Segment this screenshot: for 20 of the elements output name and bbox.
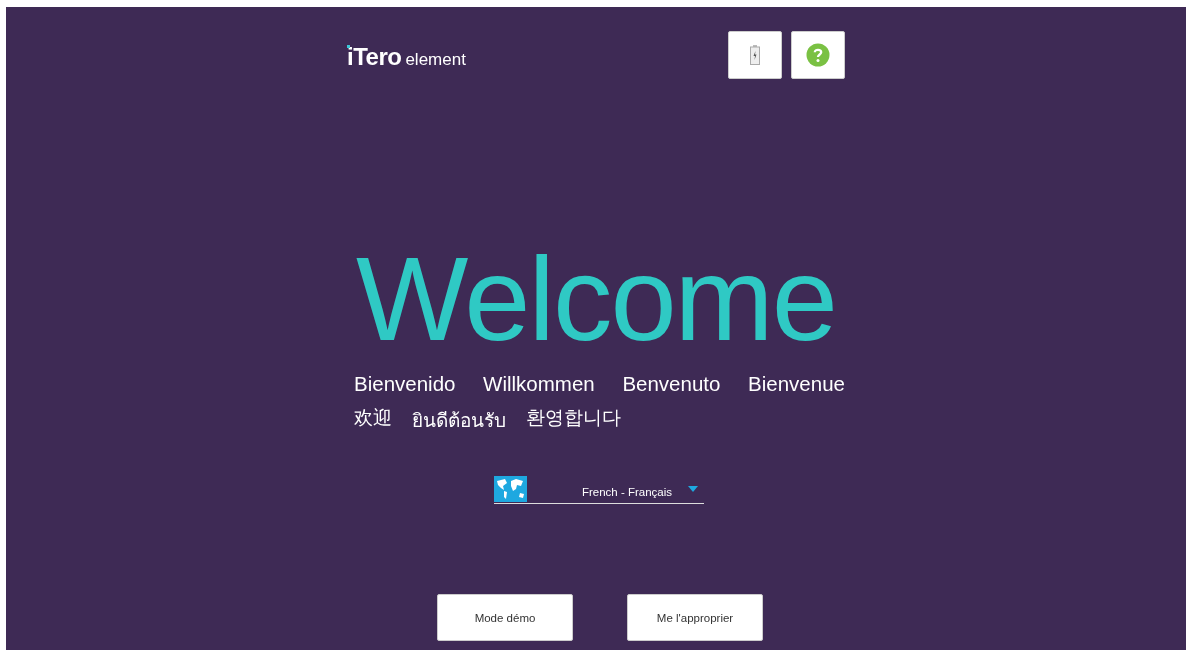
battery-icon [750, 45, 760, 65]
world-map-icon [494, 476, 527, 502]
welcome-title: Welcome [355, 239, 837, 358]
help-icon [806, 43, 830, 67]
greeting-text: Bienvenido [354, 372, 456, 396]
greeting-text: Willkommen [483, 372, 595, 396]
greeting-text: 환영합니다 [526, 406, 621, 430]
help-button[interactable] [791, 31, 845, 79]
language-dropdown[interactable]: French - Français [494, 475, 704, 504]
caret-icon [688, 486, 698, 492]
greeting-text: ยินดีต้อนรับ [412, 409, 506, 433]
action-button[interactable]: Mode démo [437, 594, 573, 641]
logo-product: element [405, 50, 466, 70]
action-button[interactable]: Me l'approprier [627, 594, 763, 641]
greeting-text: Bienvenue [748, 372, 845, 396]
language-value: French - Français [580, 484, 672, 498]
greeting-text: 欢迎 [354, 406, 392, 430]
logo-brand: iTero [347, 43, 402, 71]
battery-button[interactable] [728, 31, 782, 79]
greeting-text: Benvenuto [622, 372, 721, 396]
